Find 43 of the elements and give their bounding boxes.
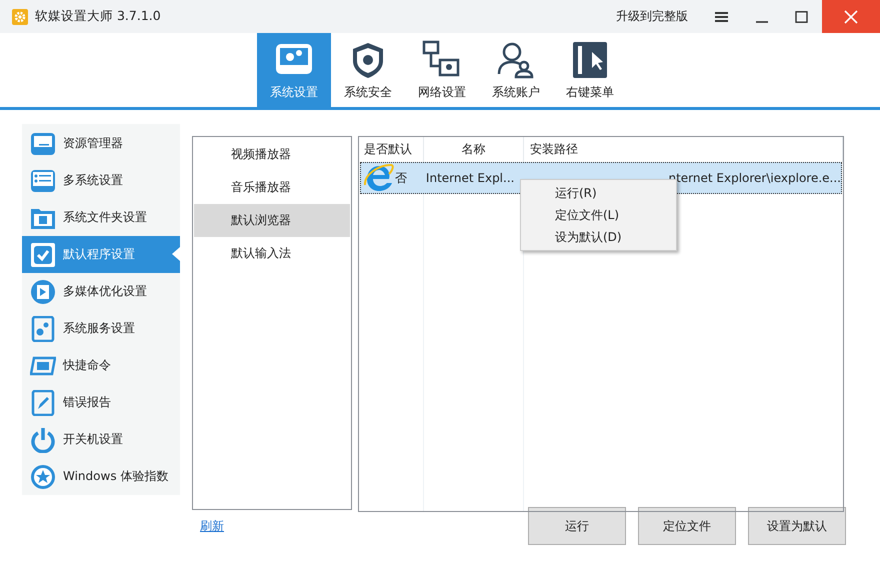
sidebar-item[interactable]: 系统服务设置 [22,310,180,347]
gear-icon [12,8,28,24]
upgrade-link[interactable]: 升级到完整版 [616,8,688,25]
table-cell: 否 [395,170,407,186]
sidebar-item[interactable]: 系统文件夹设置 [22,199,180,236]
media-icon [30,278,56,304]
menu-icon [715,10,729,22]
pen-icon [30,390,56,416]
window-title: 软媒设置大师 3.7.1.0 [35,8,161,25]
table-cell-text: Internet Expl... [424,171,514,185]
action-button[interactable]: 设置为默认 [748,507,846,545]
cursor-panel-icon [570,40,610,80]
context-menu-item[interactable]: 设为默认(D) [521,226,676,248]
checkbox-icon [30,242,56,268]
category-item[interactable]: 默认输入法 [194,237,350,270]
refresh-link[interactable]: 刷新 [200,518,224,534]
sidebar-item[interactable]: 资源管理器 [22,125,180,162]
context-menu-item[interactable]: 定位文件(L) [521,204,676,226]
action-button[interactable]: 运行 [528,507,626,545]
drive-icon [30,130,56,156]
power-icon [30,426,56,452]
action-button[interactable]: 定位文件 [638,507,736,545]
sidebar-item[interactable]: 快捷命令 [22,347,180,384]
sidebar-item[interactable]: Windows 体验指数 [22,458,180,495]
list-icon [30,168,56,194]
sidebar-item[interactable]: 开关机设置 [22,421,180,458]
toolbar-tab[interactable]: 系统账户 [479,33,553,107]
close-icon [844,10,858,24]
toolbar-tab[interactable]: 网络设置 [405,33,479,107]
category-item[interactable]: 音乐播放器 [194,171,350,204]
toolbar-tab[interactable]: 右键菜单 [553,33,627,107]
minimize-icon [756,20,768,22]
maximize-icon [795,10,809,22]
sidebar-item[interactable]: 错误报告 [22,384,180,421]
sidebar-item[interactable]: 多系统设置 [22,162,180,199]
gears-icon [30,316,56,342]
category-item[interactable]: 默认浏览器 [194,204,350,237]
browser-e-icon [364,163,394,193]
sidebar-item[interactable]: 多媒体优化设置 [22,273,180,310]
users-icon [496,40,536,80]
toolbar-tab[interactable]: 系统安全 [331,33,405,107]
category-item[interactable]: 视频播放器 [194,138,350,171]
pointer-icon [172,247,180,261]
